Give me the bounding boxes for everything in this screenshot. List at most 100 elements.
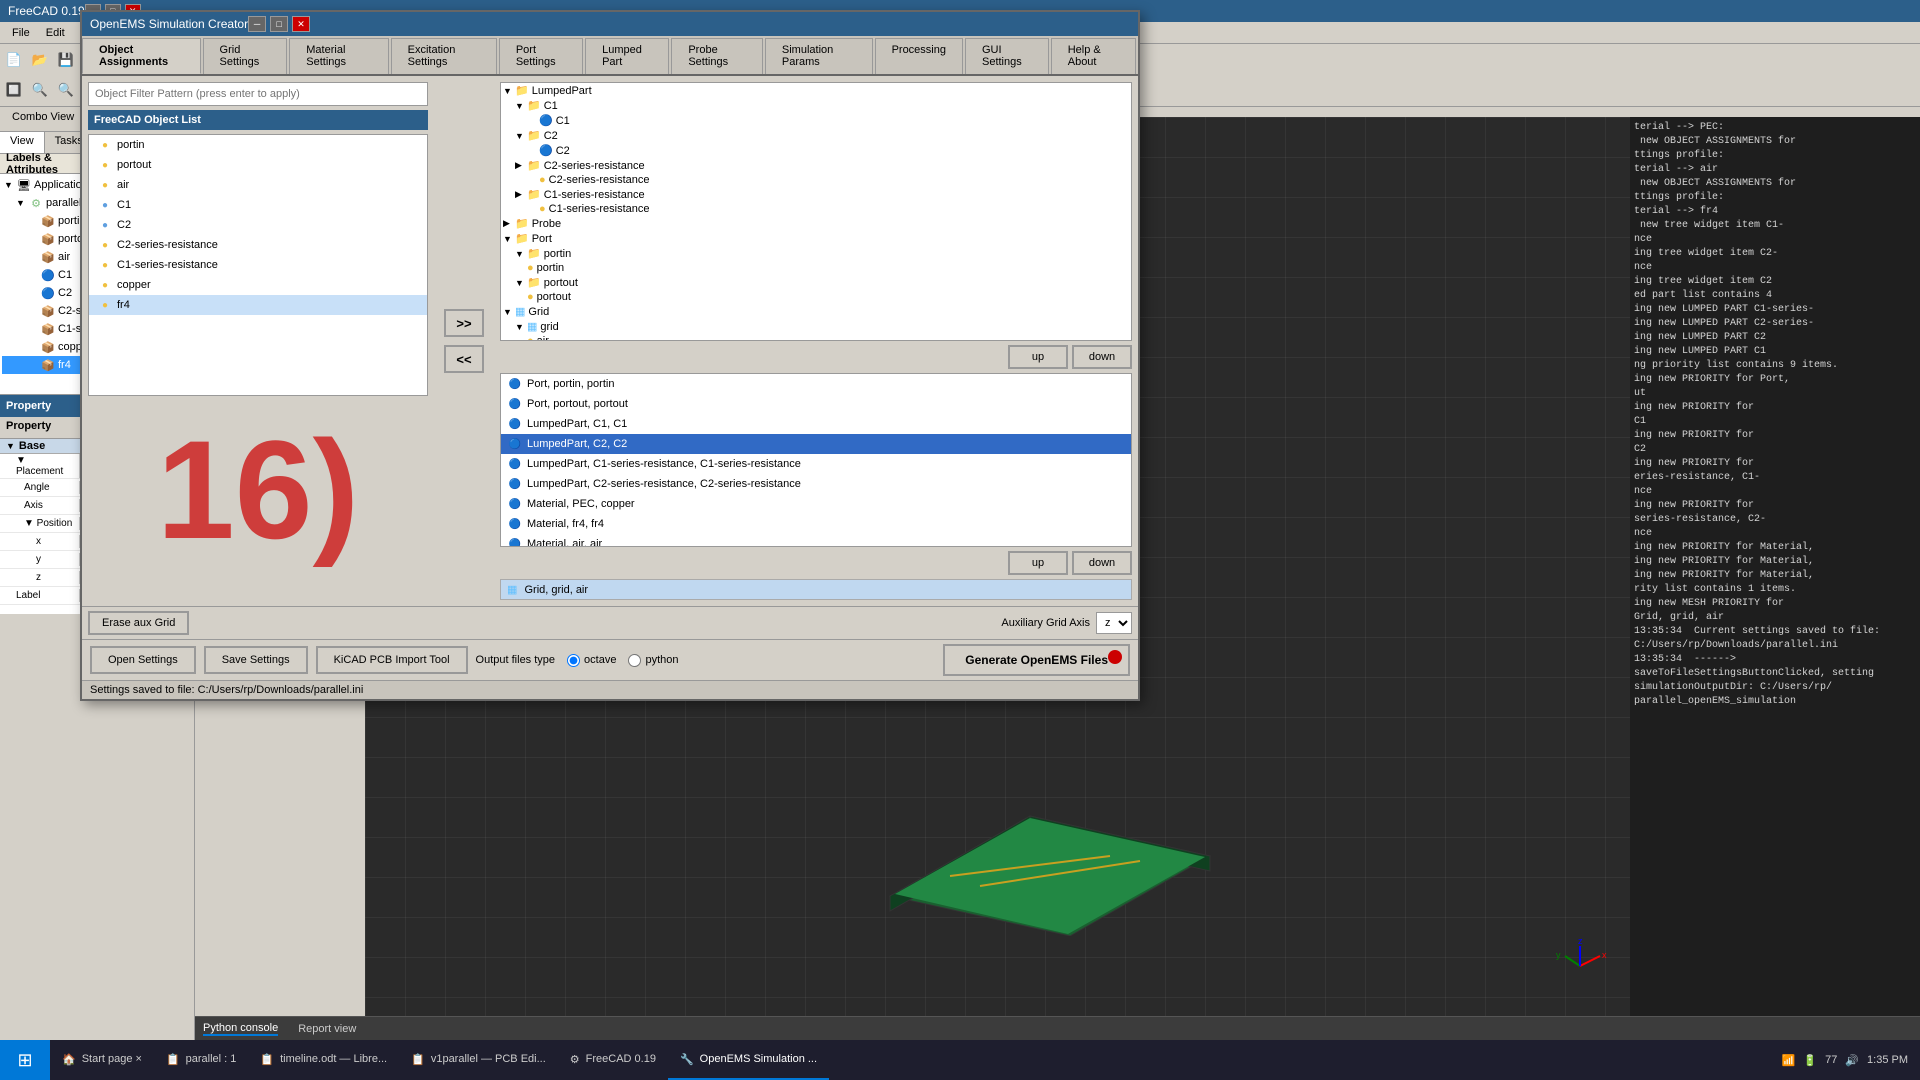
node-grid-sub[interactable]: ▼ ▦ grid bbox=[501, 319, 1131, 334]
gridair-label: air bbox=[537, 335, 549, 341]
grid-expand: ▼ bbox=[503, 307, 515, 317]
c2g-label: C2 bbox=[544, 130, 558, 142]
node-c1res-item[interactable]: ● C1-series-resistance bbox=[501, 202, 1131, 216]
taskbar-item-freecad[interactable]: ⚙ FreeCAD 0.19 bbox=[558, 1040, 668, 1080]
menu-file[interactable]: File bbox=[4, 25, 38, 41]
dialog-footer: Open Settings Save Settings KiCAD PCB Im… bbox=[195, 639, 1138, 680]
out-line-3: ttings profile: bbox=[1634, 149, 1916, 163]
open-settings-btn[interactable]: Open Settings bbox=[195, 646, 196, 674]
center-right-area: OpenEMS Simulation Creator ─ □ ✕ Object … bbox=[195, 107, 1920, 1040]
c2resi-icon: ● bbox=[539, 174, 546, 186]
obj-portout[interactable]: ● portout bbox=[195, 155, 427, 175]
kicad-import-btn[interactable]: KiCAD PCB Import Tool bbox=[316, 646, 468, 674]
out-line-33: ing new PRIORITY for Material, bbox=[1634, 569, 1916, 583]
node-grid[interactable]: ▼ ▦ Grid bbox=[501, 304, 1131, 319]
taskbar-item-v1parallel[interactable]: 📋 v1parallel — PCB Edi... bbox=[399, 1040, 558, 1080]
radio-python[interactable] bbox=[628, 654, 641, 667]
node-c1-item[interactable]: 🔵 C1 bbox=[501, 113, 1131, 128]
c1resg-label: C1-series-resistance bbox=[544, 189, 645, 201]
angle-key: Angle bbox=[0, 481, 80, 494]
report-view-tab[interactable]: Report view bbox=[298, 1023, 356, 1035]
python-console-tab[interactable]: Python console bbox=[203, 1022, 278, 1036]
gridsub-icon: ▦ bbox=[527, 320, 537, 333]
generate-btn[interactable]: Generate OpenEMS Files bbox=[943, 644, 1130, 676]
obj-c1res[interactable]: ● C1-series-resistance bbox=[195, 255, 427, 275]
forward-arrow-btn[interactable]: >> bbox=[444, 309, 484, 337]
back-arrow-btn[interactable]: << bbox=[444, 345, 484, 373]
grid-priority-icon: ▦ bbox=[507, 584, 517, 596]
obj-copper[interactable]: ● copper bbox=[195, 275, 427, 295]
taskbar-item-parallel[interactable]: 📋 parallel : 1 bbox=[154, 1040, 248, 1080]
c2resg-folder-icon: 📁 bbox=[527, 159, 541, 172]
taskbar-item-timeline[interactable]: 📋 timeline.odt — Libre... bbox=[248, 1040, 399, 1080]
pri-lc1res-label: LumpedPart, C1-series-resistance, C1-ser… bbox=[527, 458, 801, 470]
parallel-icon: ⚙ bbox=[28, 195, 44, 211]
out-line-36: Grid, grid, air bbox=[1634, 611, 1916, 625]
pri-down-btn[interactable]: down bbox=[1072, 551, 1132, 575]
out-line-39: 13:35:34 ------> bbox=[1634, 653, 1916, 667]
radio-python-label: python bbox=[645, 654, 678, 666]
obj-fr4[interactable]: ● fr4 bbox=[195, 295, 427, 315]
menu-edit[interactable]: Edit bbox=[38, 25, 73, 41]
pri-lump-c2res[interactable]: 🔵 LumpedPart, C2-series-resistance, C2-s… bbox=[501, 474, 1131, 494]
taskbar-item-start-page[interactable]: 🏠 Start page × bbox=[50, 1040, 154, 1080]
node-c2res-item[interactable]: ● C2-series-resistance bbox=[501, 173, 1131, 187]
view3d-btn[interactable]: 🔲 bbox=[2, 78, 26, 102]
pri-mat-air[interactable]: 🔵 Material, air, air bbox=[501, 534, 1131, 547]
status-text: Settings saved to file: C:/Users/rp/Down… bbox=[195, 684, 363, 696]
pri-port-portin[interactable]: 🔵 Port, portin, portin bbox=[501, 374, 1131, 394]
obj-c1[interactable]: ● C1 bbox=[195, 195, 427, 215]
zoom-in-btn[interactable]: 🔍 bbox=[28, 78, 52, 102]
out-line-25: ing new PRIORITY for bbox=[1634, 457, 1916, 471]
out-line-30: nce bbox=[1634, 527, 1916, 541]
save-btn[interactable]: 💾 bbox=[54, 48, 78, 72]
node-c1res-group[interactable]: ▶ 📁 C1-series-resistance bbox=[501, 187, 1131, 202]
node-portout-g[interactable]: ▼ 📁 portout bbox=[501, 275, 1131, 290]
save-settings-btn[interactable]: Save Settings bbox=[204, 646, 308, 674]
obj-c2[interactable]: ● C2 bbox=[195, 215, 427, 235]
pri-portin-label: Port, portin, portin bbox=[527, 378, 614, 390]
node-probe[interactable]: ▶ 📁 Probe bbox=[501, 216, 1131, 231]
out-line-37: 13:35:34 Current settings saved to file: bbox=[1634, 625, 1916, 639]
out-line-29: series-resistance, C2- bbox=[1634, 513, 1916, 527]
taskbar-item-openems[interactable]: 🔧 OpenEMS Simulation ... bbox=[668, 1040, 829, 1080]
grid-priority-label: Grid, grid, air bbox=[524, 584, 588, 596]
node-c2res-group[interactable]: ▶ 📁 C2-series-resistance bbox=[501, 158, 1131, 173]
out-line-28: ing new PRIORITY for bbox=[1634, 499, 1916, 513]
tree-up-btn[interactable]: up bbox=[1008, 345, 1068, 369]
node-grid-air[interactable]: ● air bbox=[501, 334, 1131, 341]
grid-axis-select[interactable]: z x y bbox=[1096, 612, 1132, 634]
node-portin-g[interactable]: ▼ 📁 portin bbox=[501, 246, 1131, 261]
radio-octave[interactable] bbox=[567, 654, 580, 667]
y-key: y bbox=[0, 553, 80, 566]
node-c2-group[interactable]: ▼ 📁 C2 bbox=[501, 128, 1131, 143]
open-btn[interactable]: 📂 bbox=[28, 48, 52, 72]
obj-air[interactable]: ● air bbox=[195, 175, 427, 195]
node-portin-item[interactable]: ● portin bbox=[501, 261, 1131, 275]
tree-down-btn[interactable]: down bbox=[1072, 345, 1132, 369]
pri-mat-pec[interactable]: 🔵 Material, PEC, copper bbox=[501, 494, 1131, 514]
obj-c2res[interactable]: ● C2-series-resistance bbox=[195, 235, 427, 255]
obj-portin[interactable]: ● portin bbox=[195, 135, 427, 155]
new-btn[interactable]: 📄 bbox=[2, 48, 26, 72]
base-expand-arrow: ▼ bbox=[6, 441, 15, 451]
pri-lc2res-icon: 🔵 bbox=[507, 476, 523, 492]
pri-lump-c1res[interactable]: 🔵 LumpedPart, C1-series-resistance, C1-s… bbox=[501, 454, 1131, 474]
zoom-out-btn[interactable]: 🔍 bbox=[54, 78, 78, 102]
start-button[interactable]: ⊞ bbox=[0, 1040, 50, 1080]
node-portout-item[interactable]: ● portout bbox=[501, 290, 1131, 304]
grid-axis-container: Auxiliary Grid Axis z x y bbox=[1001, 612, 1132, 634]
pri-up-btn[interactable]: up bbox=[1008, 551, 1068, 575]
pri-lump-c2[interactable]: 🔵 LumpedPart, C2, C2 bbox=[501, 434, 1131, 454]
out-line-10: ing tree widget item C2- bbox=[1634, 247, 1916, 261]
out-line-11: nce bbox=[1634, 261, 1916, 275]
gridsub-expand: ▼ bbox=[515, 322, 527, 332]
pri-port-portout[interactable]: 🔵 Port, portout, portout bbox=[501, 394, 1131, 414]
portouti-icon: ● bbox=[527, 291, 534, 303]
pri-mat-fr4[interactable]: 🔵 Material, fr4, fr4 bbox=[501, 514, 1131, 534]
node-port[interactable]: ▼ 📁 Port bbox=[501, 231, 1131, 246]
node-c2-item[interactable]: 🔵 C2 bbox=[501, 143, 1131, 158]
c1-label: C1 bbox=[58, 269, 72, 281]
axis-svg: x y z bbox=[1550, 936, 1610, 996]
pri-lump-c1[interactable]: 🔵 LumpedPart, C1, C1 bbox=[501, 414, 1131, 434]
